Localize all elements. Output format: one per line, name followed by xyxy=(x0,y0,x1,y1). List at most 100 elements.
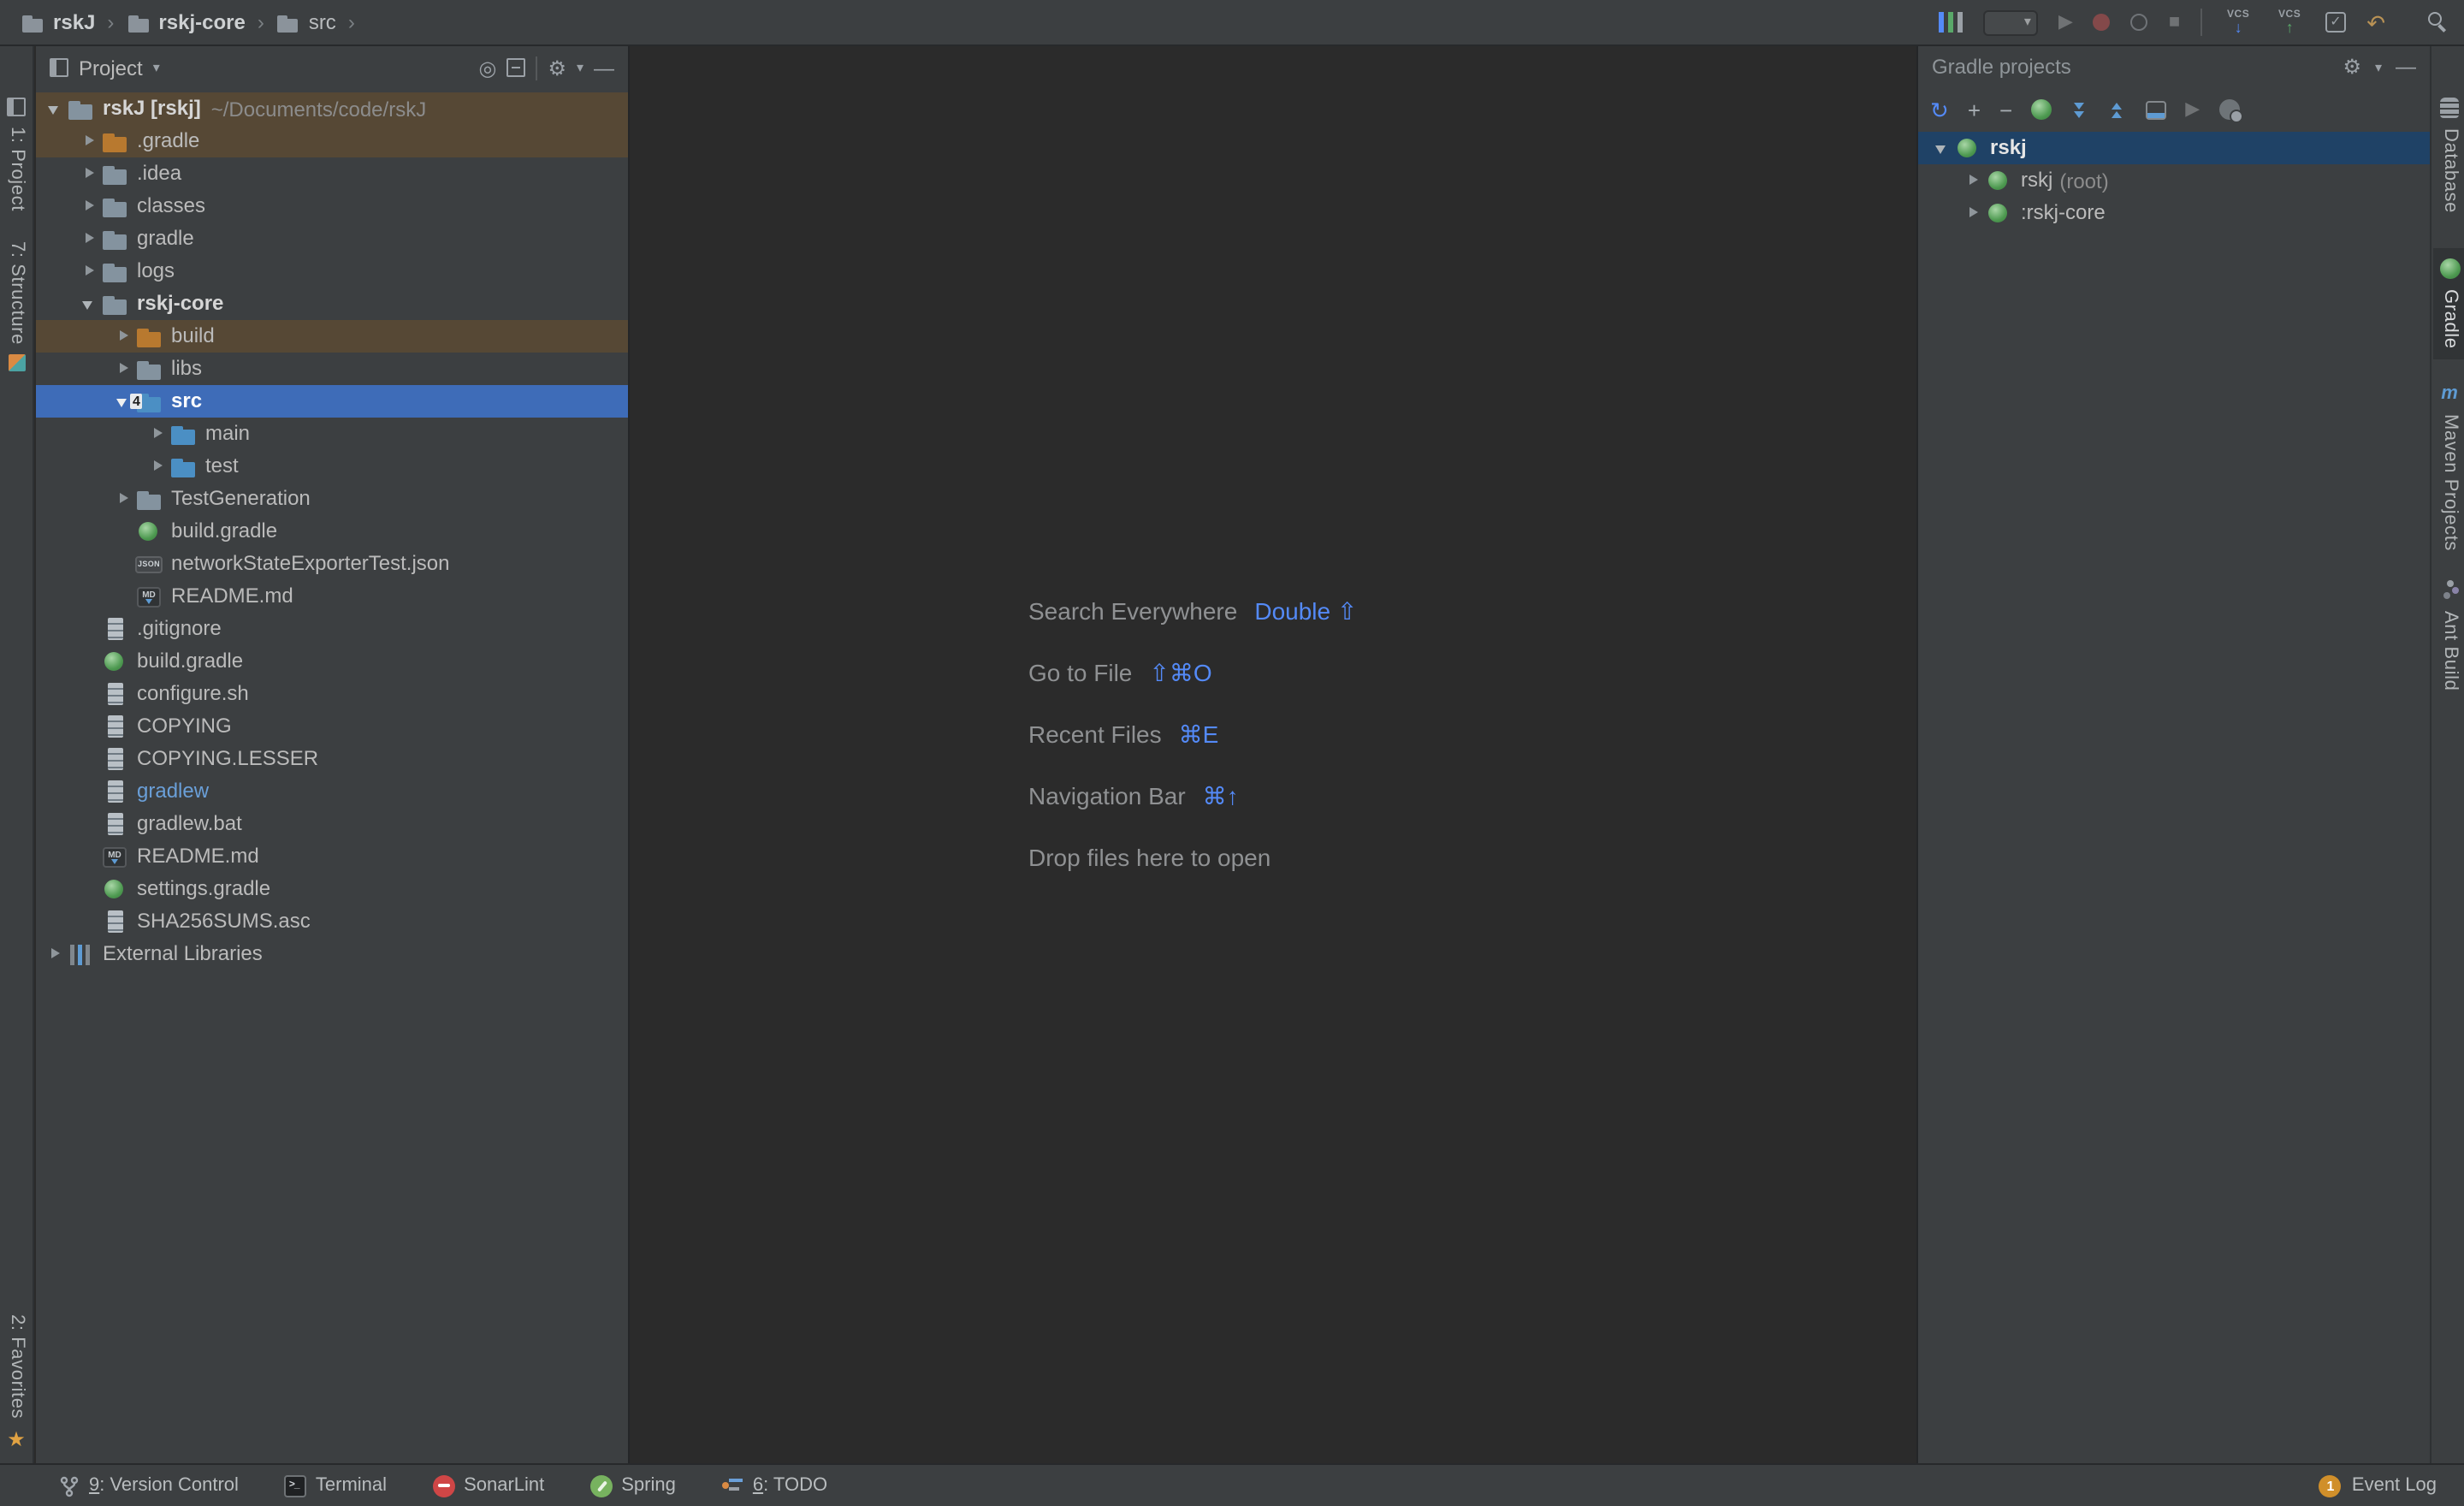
coverage-button[interactable] xyxy=(2131,14,2148,31)
tree-row[interactable]: classes xyxy=(36,190,628,222)
statusbar-event-log[interactable]: 1 Event Log xyxy=(2319,1465,2437,1506)
tree-expand-arrow-icon[interactable] xyxy=(79,125,101,157)
tree-row[interactable]: networkStateExporterTest.json xyxy=(36,548,628,580)
tree-expand-arrow-icon[interactable] xyxy=(79,645,101,678)
toolwindow-tab-ant[interactable]: Ant Build xyxy=(2433,580,2464,691)
gradle-tree-row[interactable]: rskj xyxy=(1918,132,2430,164)
toolwindow-tab-maven[interactable]: m Maven Projects xyxy=(2433,385,2464,551)
breadcrumb-item[interactable]: src xyxy=(276,10,336,34)
tree-expand-arrow-icon[interactable] xyxy=(79,873,101,905)
statusbar-todo[interactable]: 6: TODO xyxy=(722,1474,827,1497)
collapse-all-icon[interactable] xyxy=(2108,100,2127,119)
tree-expand-arrow-icon[interactable] xyxy=(113,483,135,515)
tree-row[interactable]: COPYING.LESSER xyxy=(36,743,628,775)
tree-expand-arrow-icon[interactable] xyxy=(113,515,135,548)
settings-gear-icon[interactable]: ⚙ xyxy=(548,57,566,78)
tree-row[interactable]: TestGeneration xyxy=(36,483,628,515)
tree-expand-arrow-icon[interactable] xyxy=(44,938,67,970)
expand-all-icon[interactable] xyxy=(2070,100,2089,119)
tree-expand-arrow-icon[interactable] xyxy=(79,255,101,288)
tree-expand-arrow-icon[interactable] xyxy=(79,710,101,743)
tree-expand-arrow-icon[interactable] xyxy=(79,743,101,775)
vcs-update-button[interactable]: VCS ↓ xyxy=(2223,9,2254,35)
tree-expand-arrow-icon[interactable] xyxy=(113,580,135,613)
locate-file-icon[interactable]: ◎ xyxy=(478,57,496,78)
tree-expand-arrow-icon[interactable] xyxy=(79,222,101,255)
tree-row[interactable]: gradle xyxy=(36,222,628,255)
tree-row[interactable]: build xyxy=(36,320,628,353)
statusbar-spring[interactable]: Spring xyxy=(590,1474,676,1497)
tree-expand-arrow-icon[interactable] xyxy=(1963,164,1985,197)
refresh-gradle-icon[interactable]: ↻ xyxy=(1930,98,1949,121)
hide-panel-icon[interactable]: — xyxy=(594,57,614,78)
tree-row[interactable]: README.md xyxy=(36,580,628,613)
statusbar-version-control[interactable]: 9: Version Control xyxy=(58,1474,239,1497)
tree-row[interactable]: test xyxy=(36,450,628,483)
gradle-tree-row[interactable]: rskj (root) xyxy=(1918,164,2430,197)
tree-row[interactable]: External Libraries xyxy=(36,938,628,970)
tree-row[interactable]: build.gradle xyxy=(36,515,628,548)
tree-row[interactable]: logs xyxy=(36,255,628,288)
tree-expand-arrow-icon[interactable] xyxy=(79,678,101,710)
collapse-all-icon[interactable] xyxy=(506,58,525,77)
tree-row[interactable]: COPYING xyxy=(36,710,628,743)
gradle-tree-row[interactable]: :rskj-core xyxy=(1918,197,2430,229)
tree-row[interactable]: build.gradle xyxy=(36,645,628,678)
detach-project-icon[interactable]: − xyxy=(1999,98,2012,121)
tree-expand-arrow-icon[interactable] xyxy=(113,548,135,580)
tree-row[interactable]: libs xyxy=(36,353,628,385)
vcs-push-button[interactable]: VCS ↑ xyxy=(2274,9,2305,35)
run-gradle-task-icon[interactable] xyxy=(2031,99,2052,120)
tree-expand-arrow-icon[interactable] xyxy=(79,775,101,808)
tree-row[interactable]: configure.sh xyxy=(36,678,628,710)
tree-row[interactable]: settings.gradle xyxy=(36,873,628,905)
tree-row[interactable]: gradlew.bat xyxy=(36,808,628,840)
tree-expand-arrow-icon[interactable] xyxy=(79,190,101,222)
commit-button[interactable] xyxy=(2325,12,2346,33)
tree-row[interactable]: .gitignore xyxy=(36,613,628,645)
tree-expand-arrow-icon[interactable] xyxy=(79,157,101,190)
profile-button[interactable] xyxy=(2094,14,2111,31)
project-view-selector[interactable]: Project xyxy=(79,56,143,80)
gradle-settings-icon[interactable] xyxy=(2218,99,2239,120)
toolwindow-tab-favorites[interactable]: 2: Favorites ★ xyxy=(0,1314,33,1450)
toggle-panel-icon[interactable] xyxy=(2146,100,2166,119)
tree-expand-arrow-icon[interactable] xyxy=(1963,197,1985,229)
tree-expand-arrow-icon[interactable] xyxy=(147,450,169,483)
tree-expand-arrow-icon[interactable] xyxy=(79,808,101,840)
tree-expand-arrow-icon[interactable] xyxy=(1932,132,1954,164)
tree-row[interactable]: rskJ [rskj] ~/Documents/code/rskJ xyxy=(36,92,628,125)
toolwindow-tab-project[interactable]: 1: Project xyxy=(0,98,33,211)
tree-expand-arrow-icon[interactable] xyxy=(147,418,169,450)
run-configuration-icon[interactable]: ▶ xyxy=(2185,100,2200,119)
search-everywhere-icon[interactable] xyxy=(2428,12,2452,36)
tree-expand-arrow-icon[interactable] xyxy=(79,905,101,938)
tree-expand-arrow-icon[interactable] xyxy=(79,840,101,873)
tree-row[interactable]: rskj-core xyxy=(36,288,628,320)
statusbar-terminal[interactable]: Terminal xyxy=(285,1474,387,1497)
stop-button[interactable]: ■ xyxy=(2169,13,2180,32)
statusbar-sonarlint[interactable]: SonarLint xyxy=(433,1474,544,1497)
settings-gear-icon[interactable]: ⚙ xyxy=(2343,56,2361,77)
chevron-down-icon[interactable]: ▾ xyxy=(153,60,160,75)
tree-row[interactable]: README.md xyxy=(36,840,628,873)
tree-expand-arrow-icon[interactable] xyxy=(113,320,135,353)
rollback-button[interactable]: ↶ xyxy=(2366,11,2385,33)
tree-expand-arrow-icon[interactable] xyxy=(113,353,135,385)
tree-row[interactable]: .gradle xyxy=(36,125,628,157)
tree-row[interactable]: .idea xyxy=(36,157,628,190)
tree-row[interactable]: main xyxy=(36,418,628,450)
tree-expand-arrow-icon[interactable] xyxy=(44,92,67,125)
toolwindow-tab-database[interactable]: Database xyxy=(2433,98,2464,213)
tree-row[interactable]: gradlew xyxy=(36,775,628,808)
run-configuration-select[interactable]: ▾ xyxy=(1983,9,2038,35)
toolwindow-tab-gradle[interactable]: Gradle xyxy=(2433,248,2464,359)
hide-panel-icon[interactable]: — xyxy=(2396,56,2416,77)
tree-expand-arrow-icon[interactable] xyxy=(79,613,101,645)
run-button[interactable]: ▶ xyxy=(2058,13,2073,32)
attach-project-icon[interactable]: + xyxy=(1968,98,1981,121)
toolwindow-tab-structure[interactable]: 7: Structure xyxy=(0,241,33,372)
tree-expand-arrow-icon[interactable] xyxy=(79,288,101,320)
tree-row[interactable]: SHA256SUMS.asc xyxy=(36,905,628,938)
update-changes-icon[interactable] xyxy=(1939,12,1963,33)
